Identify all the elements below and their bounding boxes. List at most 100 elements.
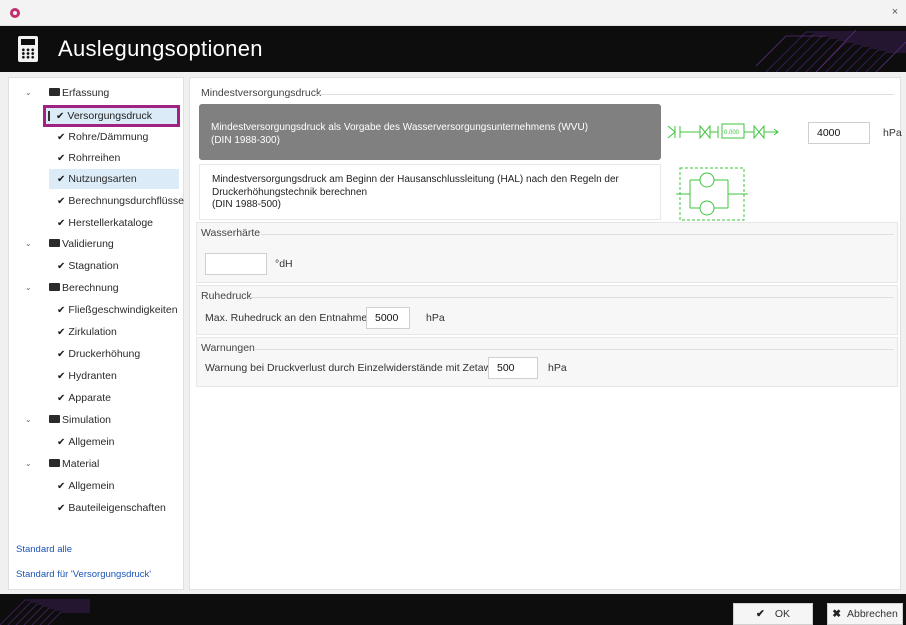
dialog-header: Auslegungsoptionen: [0, 26, 906, 72]
section-divider: [254, 349, 894, 350]
chevron-down-icon[interactable]: ⌄: [25, 83, 32, 103]
checkmark-icon: ✔: [57, 261, 66, 272]
mindestversorgungsdruck-unit: hPa: [883, 127, 902, 139]
tree-label: Material: [62, 458, 100, 470]
tree-item-apparate[interactable]: ✔ Apparate: [57, 388, 111, 408]
checkmark-icon: ✔: [57, 503, 66, 514]
dialog-footer: ✔ OK ✖ Abbrechen: [0, 594, 906, 625]
option-text: (DIN 1988-300): [211, 134, 280, 146]
section-title-mindestversorgungsdruck: Mindestversorgungsdruck: [201, 87, 322, 99]
tree-label: Fließgeschwindigkeiten: [68, 304, 178, 316]
standard-fuer-link[interactable]: Standard für 'Versorgungsdruck': [16, 569, 151, 580]
tree-label: Simulation: [62, 414, 112, 426]
tree-group-material[interactable]: ⌄ Material: [9, 454, 183, 474]
options-content-panel: Mindestversorgungsdruck Mindestversorgun…: [189, 77, 902, 590]
warnungen-label: Warnung bei Druckverlust durch Einzelwid…: [205, 362, 504, 374]
checkmark-icon: ✔: [57, 305, 66, 316]
folder-icon: [49, 239, 60, 247]
tree-label: Zirkulation: [68, 326, 117, 338]
dialog-title: Auslegungsoptionen: [58, 36, 263, 61]
calculator-icon: [18, 36, 38, 62]
mindestversorgungsdruck-input[interactable]: [808, 122, 870, 144]
meter-reading-label: 0.000: [724, 130, 740, 136]
tree-label: Validierung: [62, 238, 114, 250]
folder-icon: [49, 88, 60, 96]
wasserhaerte-unit: °dH: [275, 258, 293, 270]
tree-item-druckerhoehung[interactable]: ✔ Druckerhöhung: [57, 344, 140, 364]
option-wvu-vorgabe[interactable]: Mindestversorgungsdruck als Vorgabe des …: [199, 104, 661, 160]
checkmark-icon: ✔: [57, 218, 66, 229]
footer-circuit-decoration: [0, 599, 90, 625]
checkmark-icon: ✔: [57, 393, 66, 404]
pump-station-diagram: [676, 167, 748, 221]
section-divider: [316, 94, 894, 95]
tree-item-material-allgemein[interactable]: ✔ Allgemein: [57, 476, 115, 496]
tree-item-rohrreihen[interactable]: ✔ Rohrreihen: [57, 148, 120, 168]
header-circuit-decoration: [756, 29, 906, 72]
standard-alle-link[interactable]: Standard alle: [16, 544, 72, 555]
chevron-down-icon[interactable]: ⌄: [25, 234, 32, 254]
tree-item-berechnungsdurchfluesse[interactable]: ✔ Berechnungsdurchflüsse: [57, 191, 184, 211]
checkmark-icon: ✔: [57, 196, 66, 207]
option-text: (DIN 1988-500): [212, 199, 281, 210]
option-hal-berechnen[interactable]: Mindestversorgungsdruck am Beginn der Ha…: [199, 164, 661, 220]
tree-label: Rohrreihen: [68, 152, 121, 164]
section-wasserhaerte: [196, 222, 898, 283]
chevron-down-icon[interactable]: ⌄: [25, 410, 32, 430]
tree-item-bauteileigenschaften[interactable]: ✔ Bauteileigenschaften: [57, 498, 166, 518]
ruhedruck-input[interactable]: [366, 307, 410, 329]
checkmark-icon: ✔: [57, 481, 66, 492]
wasserhaerte-input[interactable]: [205, 253, 267, 275]
checkmark-icon: ✔: [57, 349, 66, 360]
tree-label: Apparate: [68, 392, 112, 404]
tree-item-hydranten[interactable]: ✔ Hydranten: [57, 366, 117, 386]
tree-item-nutzungsarten[interactable]: ✔ Nutzungsarten: [49, 169, 179, 189]
ruhedruck-unit: hPa: [426, 312, 445, 324]
zetawert-input[interactable]: [488, 357, 538, 379]
ruhedruck-label: Max. Ruhedruck an den Entnahmen: [205, 312, 374, 324]
checkmark-icon: ✔: [57, 327, 66, 338]
tree-item-versorgungsdruck[interactable]: ✔ Versorgungsdruck: [43, 105, 180, 127]
tree-item-simulation-allgemein[interactable]: ✔ Allgemein: [57, 432, 115, 452]
tree-group-simulation[interactable]: ⌄ Simulation: [9, 410, 183, 430]
checkmark-icon: ✔: [57, 371, 66, 382]
tree-label: Erfassung: [62, 87, 110, 99]
folder-icon: [49, 459, 60, 467]
tree-group-berechnung[interactable]: ⌄ Berechnung: [9, 278, 183, 298]
tree-label: Allgemein: [68, 480, 115, 492]
section-title-wasserhaerte: Wasserhärte: [201, 227, 261, 239]
tree-item-fliessgeschwindigkeiten[interactable]: ✔ Fließgeschwindigkeiten: [57, 300, 178, 320]
tree-label: Bauteileigenschaften: [68, 502, 166, 514]
tree-label: Berechnungsdurchflüsse: [68, 195, 184, 207]
section-title-ruhedruck: Ruhedruck: [201, 290, 252, 302]
checkmark-icon: ✔: [56, 111, 65, 122]
tree-item-rohre[interactable]: ✔ Rohre/Dämmung: [57, 127, 148, 147]
option-text: Druckerhöhungstechnik berechnen: [212, 186, 368, 198]
tree-label: Hydranten: [68, 370, 117, 382]
cancel-button[interactable]: ✖ Abbrechen: [827, 603, 903, 625]
checkmark-icon: ✔: [756, 608, 765, 620]
tree-label: Nutzungsarten: [68, 173, 137, 185]
window-close-button[interactable]: ×: [888, 4, 902, 20]
folder-icon: [49, 283, 60, 291]
close-icon: ✖: [832, 608, 841, 620]
chevron-down-icon[interactable]: ⌄: [25, 278, 32, 298]
chevron-down-icon[interactable]: ⌄: [25, 454, 32, 474]
checkmark-icon: ✔: [57, 437, 66, 448]
folder-icon: [49, 415, 60, 423]
tree-group-validierung[interactable]: ⌄ Validierung: [9, 234, 183, 254]
tree-label: Herstellerkataloge: [68, 217, 154, 229]
tree-item-zirkulation[interactable]: ✔ Zirkulation: [57, 322, 117, 342]
tree-group-erfassung[interactable]: ⌄ Erfassung: [9, 83, 183, 103]
section-divider: [261, 234, 894, 235]
tree-item-stagnation[interactable]: ✔ Stagnation: [57, 256, 119, 276]
app-icon: [10, 8, 20, 18]
tree-label: Allgemein: [68, 436, 115, 448]
ok-button[interactable]: ✔ OK: [733, 603, 813, 625]
tree-label: Rohre/Dämmung: [68, 131, 149, 143]
tree-item-herstellerkataloge[interactable]: ✔ Herstellerkataloge: [57, 213, 153, 233]
option-text: Mindestversorgungsdruck als Vorgabe des …: [211, 122, 589, 133]
ok-button-label: OK: [774, 608, 790, 620]
cancel-button-label: Abbrechen: [847, 608, 898, 620]
checkmark-icon: ✔: [57, 153, 66, 164]
